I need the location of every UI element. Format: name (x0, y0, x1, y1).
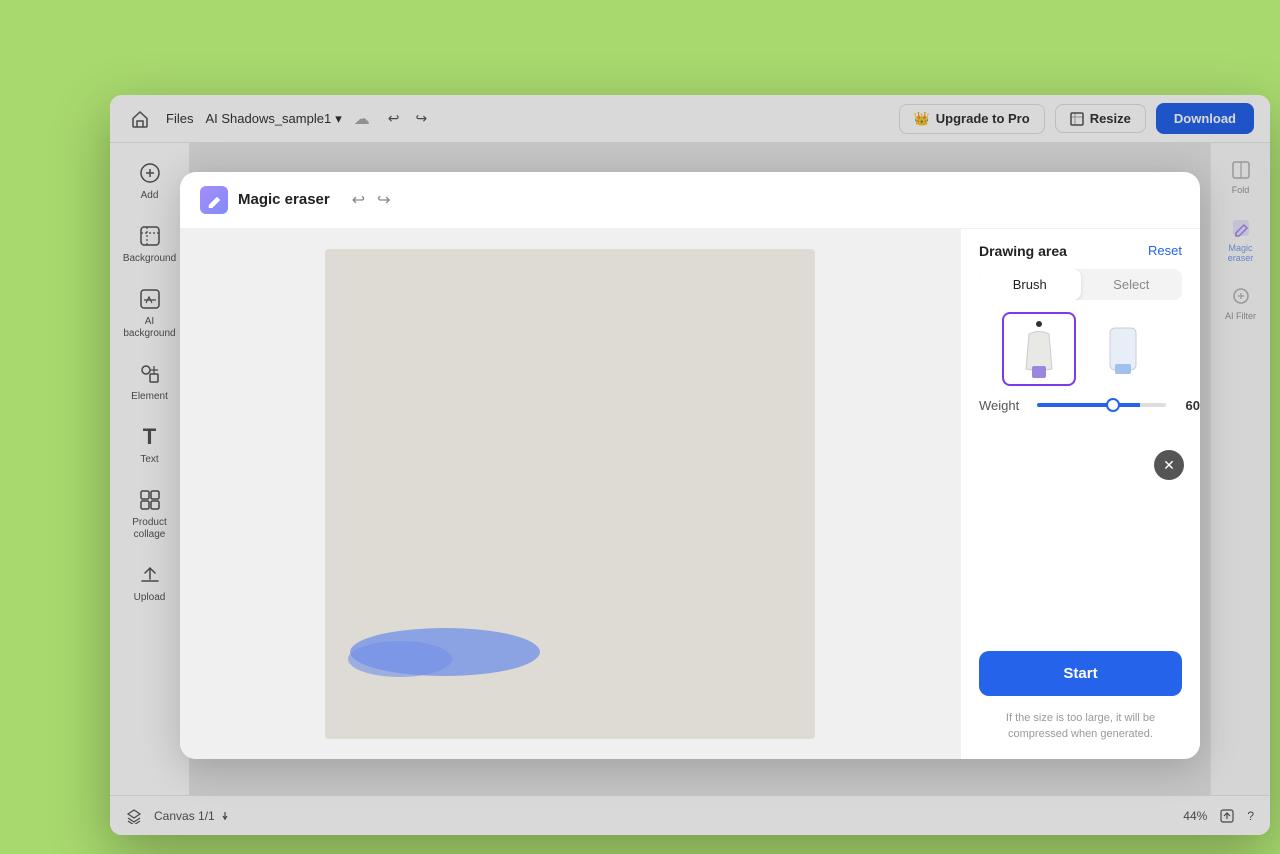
modal-title: Magic eraser (238, 191, 330, 208)
weight-label: Weight (979, 398, 1027, 413)
hard-brush-option[interactable] (1088, 314, 1158, 384)
hard-brush-preview (1088, 314, 1158, 384)
modal-overlay: Magic eraser ↩ ↪ ✕ (110, 95, 1270, 835)
app-window: Files AI Shadows_sample1 ▾ ☁ ↩ ↪ 👑 Upgra… (110, 95, 1270, 835)
drawing-area-label: Drawing area (979, 243, 1067, 259)
brush-select-toggle: Brush Select (979, 269, 1182, 300)
soft-brush-preview (1004, 314, 1074, 384)
modal-close-button[interactable]: ✕ (1154, 450, 1184, 480)
select-toggle-button[interactable]: Select (1081, 269, 1183, 300)
weight-slider[interactable] (1037, 403, 1166, 407)
panel-note: If the size is too large, it will be com… (961, 710, 1200, 759)
product-image: insMind (325, 249, 815, 739)
modal-redo-button[interactable]: ↪ (373, 186, 394, 214)
magic-eraser-header-icon (200, 186, 228, 214)
modal-undo-button[interactable]: ↩ (348, 186, 369, 214)
modal-body: insMind (180, 229, 1200, 759)
brush-options (961, 314, 1200, 398)
modal-right-panel: Drawing area Reset Brush Select (960, 229, 1200, 759)
modal-canvas[interactable]: insMind (180, 229, 960, 759)
modal-undo-redo: ↩ ↪ (348, 186, 395, 214)
weight-value: 60 (1176, 398, 1200, 413)
panel-header: Drawing area Reset (961, 229, 1200, 269)
soft-brush-option[interactable] (1004, 314, 1074, 384)
reset-button[interactable]: Reset (1148, 243, 1182, 258)
brush-toggle-button[interactable]: Brush (979, 269, 1081, 300)
magic-eraser-modal: Magic eraser ↩ ↪ ✕ (180, 172, 1200, 759)
brush-stroke (345, 614, 545, 679)
modal-header: Magic eraser ↩ ↪ ✕ (180, 172, 1200, 229)
start-button[interactable]: Start (979, 651, 1182, 696)
weight-row: Weight 60 (961, 398, 1200, 433)
